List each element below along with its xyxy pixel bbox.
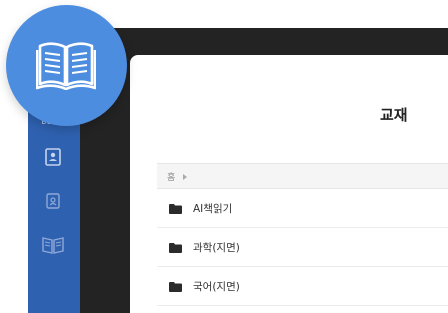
- open-book-icon: [36, 42, 96, 90]
- folder-label: AI책읽기: [193, 203, 233, 215]
- folder-icon: [169, 282, 182, 292]
- contact-card-icon[interactable]: [42, 190, 64, 212]
- breadcrumb-arrow-icon: [183, 174, 187, 180]
- breadcrumb-home[interactable]: 홈: [167, 170, 175, 183]
- folder-row-ai-reading[interactable]: AI책읽기: [157, 189, 448, 228]
- student-card-icon[interactable]: [42, 146, 64, 168]
- textbook-badge: [6, 5, 127, 126]
- folder-label: 국어(지면): [193, 281, 240, 293]
- folder-label: 과학(지면): [193, 242, 240, 254]
- folder-row-science[interactable]: 과학(지면): [157, 228, 448, 267]
- folder-row-korean[interactable]: 국어(지면): [157, 267, 448, 306]
- breadcrumb: 홈: [157, 163, 448, 189]
- folder-icon: [169, 204, 182, 214]
- app-screenshot: BOOKS 교재 홈 AI책읽기 과학(지면): [0, 0, 448, 313]
- folder-icon: [169, 243, 182, 253]
- open-book-icon[interactable]: [40, 234, 66, 256]
- page-title: 교재: [380, 106, 408, 124]
